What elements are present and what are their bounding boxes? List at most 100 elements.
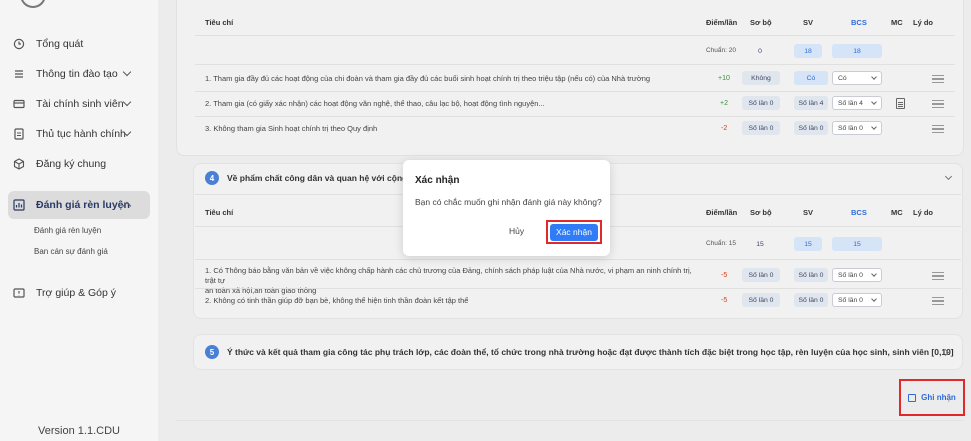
so-bo-value: Số lần 0: [742, 293, 780, 307]
so-bo-value: Số lần 0: [742, 96, 780, 110]
so-bo-value: Số lần 0: [742, 121, 780, 135]
chevron-down-icon: [122, 97, 132, 107]
header-ly-do: Lý do: [913, 208, 933, 217]
sidebar-subitem-ban-can-su-danh-gia[interactable]: Ban cán sự đánh giá: [34, 247, 108, 256]
criterion-text: 1. Tham gia đầy đủ các hoạt động của chi…: [205, 74, 651, 83]
header-mc: MC: [891, 18, 903, 27]
sidebar-item-thu-tuc-hanh-chinh[interactable]: Thủ tục hành chính: [8, 120, 150, 148]
logo: [20, 0, 46, 8]
sv-total: 15: [794, 237, 822, 251]
header-bcs: BCS: [851, 18, 867, 27]
criterion-score: -5: [721, 272, 728, 279]
confirm-dialog: Xác nhận Bạn có chắc muốn ghi nhận đánh …: [403, 160, 610, 256]
sidebar-item-tro-giup-gop-y[interactable]: Trợ giúp & Góp ý: [8, 279, 150, 307]
criterion-score: -2: [721, 125, 728, 132]
card-icon: [12, 97, 26, 111]
sv-value: Số lần 0: [794, 268, 828, 282]
so-bo-total: 0: [758, 47, 762, 55]
help-icon: [12, 286, 26, 300]
clock-icon: [12, 37, 26, 51]
bcs-total: 18: [832, 44, 882, 58]
section-number-badge: 4: [205, 171, 219, 185]
bcs-select[interactable]: Số lần 0: [832, 293, 882, 307]
sidebar-item-thong-tin-dao-tao[interactable]: Thông tin đào tạo: [8, 60, 150, 88]
criterion-text: 2. Không có tinh thần giúp đỡ bạn bè, kh…: [205, 296, 469, 305]
version-label: Version 1.1.CDU: [38, 425, 120, 437]
reason-icon[interactable]: [932, 75, 944, 84]
chuan-label: Chuẩn: 20: [706, 47, 736, 54]
sidebar-item-label: Thủ tục hành chính: [36, 128, 126, 140]
dialog-message: Bạn có chắc muốn ghi nhận đánh giá này k…: [415, 197, 602, 207]
header-so-bo: Sơ bộ: [750, 18, 772, 27]
sidebar-item-dang-ky-chung[interactable]: Đăng ký chung: [8, 150, 150, 178]
sv-value: Số lần 4: [794, 96, 828, 110]
bcs-total: 15: [832, 237, 882, 251]
chevron-down-icon: [122, 67, 132, 77]
criterion-score: +2: [720, 100, 728, 107]
section-4-header[interactable]: 4 Về phẩm chất công dân và quan hệ với c…: [205, 171, 420, 185]
criterion-text: 3. Không tham gia Sinh hoạt chính trị th…: [205, 124, 378, 133]
header-so-bo: Sơ bộ: [750, 208, 772, 217]
sidebar-item-label: Trợ giúp & Góp ý: [36, 287, 117, 299]
bcs-select[interactable]: Số lần 0: [832, 121, 882, 135]
section-title: Ý thức và kết quả tham gia công tác phụ …: [227, 347, 954, 357]
attachment-icon[interactable]: [896, 98, 905, 109]
divider: [195, 259, 961, 260]
divider: [195, 64, 955, 65]
header-diem-lan: Điểm/lần: [706, 208, 738, 217]
chevron-down-icon: [871, 99, 877, 105]
header-tieu-chi: Tiêu chí: [205, 208, 234, 217]
criterion-score: +10: [718, 75, 730, 82]
save-button-highlight: Ghi nhận: [899, 379, 965, 416]
header-mc: MC: [891, 208, 903, 217]
save-button[interactable]: Ghi nhận: [908, 393, 956, 402]
chuan-label: Chuẩn: 15: [706, 240, 736, 247]
cancel-button[interactable]: Hủy: [509, 226, 524, 236]
bcs-select-value: Có: [838, 74, 847, 82]
confirm-button[interactable]: Xác nhận: [550, 223, 598, 241]
sidebar-item-danh-gia-ren-luyen[interactable]: Đánh giá rèn luyện: [8, 191, 150, 219]
save-icon: [908, 393, 917, 402]
sv-value: Số lần 0: [794, 121, 828, 135]
chevron-down-icon: [871, 271, 877, 277]
reason-icon[interactable]: [932, 297, 944, 306]
header-sv: SV: [803, 18, 814, 27]
bcs-select[interactable]: Số lần 0: [832, 268, 882, 282]
reason-icon[interactable]: [932, 100, 944, 109]
dialog-title: Xác nhận: [415, 175, 460, 186]
so-bo-value: Không: [742, 71, 780, 85]
section-5-header[interactable]: 5 Ý thức và kết quả tham gia công tác ph…: [205, 345, 954, 359]
section-number-badge: 5: [205, 345, 219, 359]
criterion-text: 2. Tham gia (có giấy xác nhận) các hoạt …: [205, 99, 545, 108]
reason-icon[interactable]: [932, 125, 944, 134]
section-title: Về phẩm chất công dân và quan hệ với cộn…: [227, 173, 421, 183]
confirm-button-highlight: Xác nhận: [546, 220, 602, 244]
bcs-select-value: Số lần 0: [838, 296, 863, 304]
sidebar-item-tai-chinh-sinh-vien[interactable]: Tài chính sinh viên: [8, 90, 150, 118]
bcs-select[interactable]: Số lần 4: [832, 96, 882, 110]
chevron-down-icon: [871, 74, 877, 80]
criterion-text-line: 1. Có Thông báo bằng văn bản về việc khô…: [205, 266, 692, 285]
bcs-select[interactable]: Có: [832, 71, 882, 85]
sidebar-subitem-danh-gia-ren-luyen[interactable]: Đánh giá rèn luyện: [34, 226, 101, 235]
divider: [195, 91, 955, 92]
chart-icon: [12, 198, 26, 212]
divider: [195, 35, 955, 36]
divider: [195, 288, 961, 289]
sidebar-item-label: Tổng quát: [36, 38, 84, 50]
sidebar-item-label: Đăng ký chung: [36, 158, 107, 170]
bcs-select-value: Số lần 4: [838, 99, 863, 107]
sidebar-item-tong-quat[interactable]: Tổng quát: [8, 30, 150, 58]
reason-icon[interactable]: [932, 272, 944, 281]
header-ly-do: Lý do: [913, 18, 933, 27]
box-icon: [12, 157, 26, 171]
bcs-select-value: Số lần 0: [838, 271, 863, 279]
chevron-down-icon: [871, 296, 877, 302]
criterion-text: 1. Có Thông báo bằng văn bản về việc khô…: [205, 266, 700, 296]
bcs-select-value: Số lần 0: [838, 124, 863, 132]
sidebar-item-label: Đánh giá rèn luyện: [36, 199, 130, 211]
sv-value: Số lần 0: [794, 293, 828, 307]
so-bo-value: Số lần 0: [742, 268, 780, 282]
document-icon: [12, 127, 26, 141]
sidebar: Tổng quát Thông tin đào tạo Tài chính si…: [0, 0, 158, 441]
